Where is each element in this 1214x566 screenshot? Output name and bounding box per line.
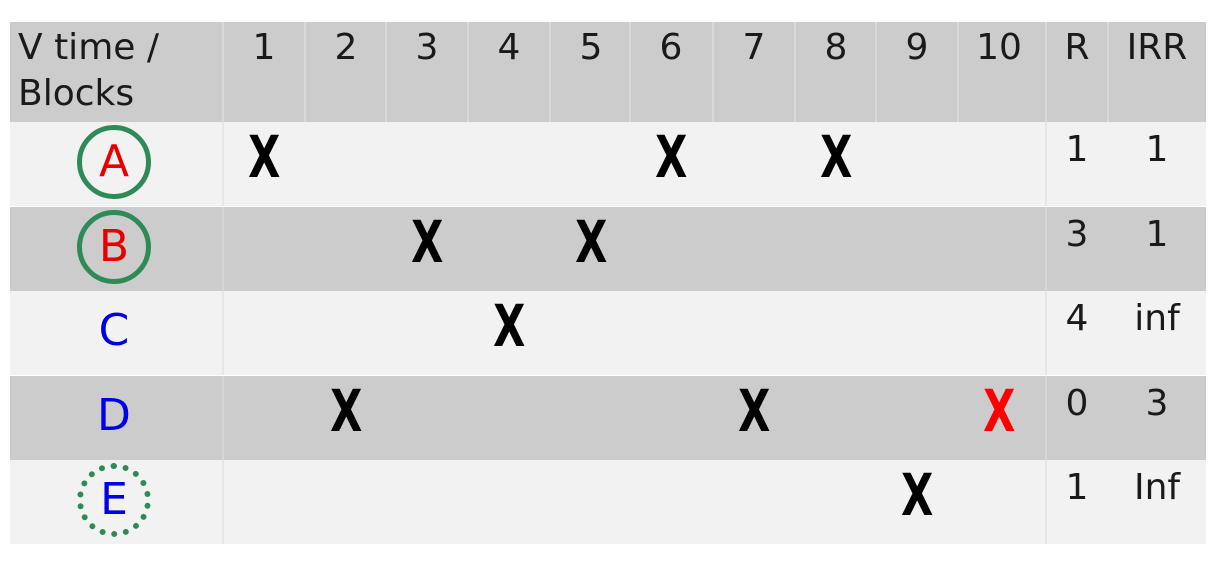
column-divider: [794, 22, 796, 122]
header-time-1: 1: [252, 27, 276, 68]
irr-value: 3: [1145, 383, 1169, 424]
table-row-d: D X X X 0 3: [10, 376, 1206, 460]
r-value: 0: [1065, 383, 1089, 424]
irr-value: Inf: [1133, 467, 1181, 508]
x-mark: X: [493, 292, 526, 360]
header-r: R: [1064, 27, 1090, 68]
header-time-6: 6: [659, 27, 683, 68]
x-mark: X: [575, 208, 608, 276]
column-divider: [1045, 291, 1047, 375]
x-mark: X: [820, 123, 853, 191]
irr-value: inf: [1134, 298, 1180, 339]
column-divider: [222, 376, 224, 460]
r-value: 3: [1065, 214, 1089, 255]
column-divider: [304, 22, 306, 122]
red-x-mark: X: [983, 377, 1016, 445]
column-divider: [222, 460, 224, 544]
x-mark: X: [248, 123, 281, 191]
header-time-9: 9: [905, 27, 929, 68]
column-divider: [957, 22, 959, 122]
column-divider: [875, 22, 877, 122]
circle-icon: [77, 210, 151, 284]
column-divider: [712, 22, 714, 122]
x-mark: X: [901, 461, 934, 529]
header-row: V time / Blocks 1 2 3 4 5 6 7 8 9 10 R IRR: [10, 22, 1206, 122]
column-divider: [1045, 376, 1047, 460]
table-row-c: C X 4 inf: [10, 291, 1206, 375]
table-row-e: E X 1 Inf: [10, 460, 1206, 544]
column-divider: [1045, 22, 1047, 122]
table-row-b: BXX31: [10, 207, 1206, 291]
header-time-5: 5: [579, 27, 603, 68]
circle-icon: [77, 125, 151, 199]
header-time-3: 3: [415, 27, 439, 68]
x-mark: X: [411, 208, 444, 276]
column-divider: [549, 22, 551, 122]
x-mark: X: [655, 123, 688, 191]
column-divider: [222, 207, 224, 291]
block-label: D: [97, 390, 131, 441]
irr-value: 1: [1145, 214, 1169, 255]
column-divider: [1045, 460, 1047, 544]
x-mark: X: [330, 377, 363, 445]
column-divider: [1045, 207, 1047, 291]
header-time-4: 4: [497, 27, 521, 68]
r-value: 4: [1065, 298, 1089, 339]
header-label-line2: Blocks: [18, 73, 135, 114]
column-divider: [1107, 22, 1109, 122]
table-row-a: AXXX11: [10, 122, 1206, 206]
x-mark: X: [738, 377, 771, 445]
header-label-line1: V time /: [18, 27, 159, 68]
header-irr: IRR: [1126, 27, 1188, 68]
header-time-10: 10: [976, 27, 1022, 68]
column-divider: [222, 291, 224, 375]
column-divider: [629, 22, 631, 122]
header-time-7: 7: [742, 27, 766, 68]
dashed-circle-icon: [77, 463, 151, 537]
column-divider: [385, 22, 387, 122]
column-divider: [222, 22, 224, 122]
block-label: C: [98, 305, 130, 356]
access-table: V time / Blocks 1 2 3 4 5 6 7 8 9 10 R IRR AXXX11BX…: [10, 22, 1206, 554]
r-value: 1: [1065, 129, 1089, 170]
column-divider: [1045, 122, 1047, 206]
column-divider: [222, 122, 224, 206]
r-value: 1: [1065, 467, 1089, 508]
irr-value: 1: [1145, 129, 1169, 170]
header-time-8: 8: [824, 27, 848, 68]
column-divider: [467, 22, 469, 122]
header-time-2: 2: [334, 27, 358, 68]
